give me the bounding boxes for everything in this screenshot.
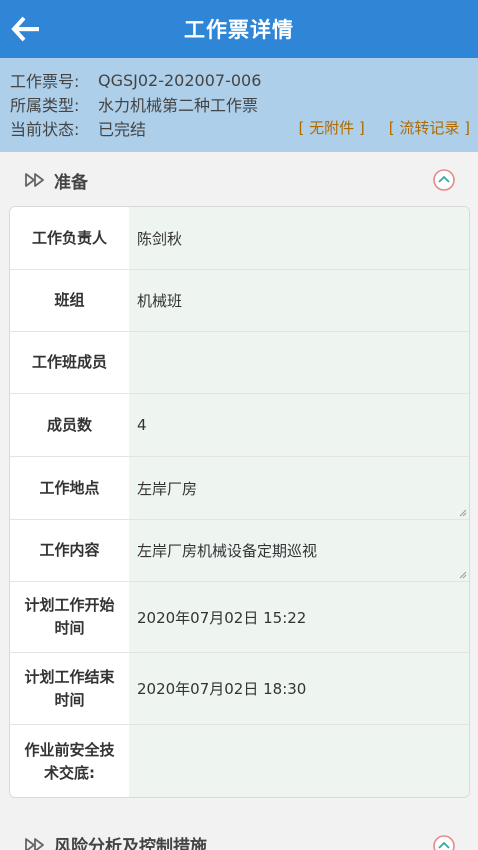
detail-row-member-count: 成员数 4 [10, 394, 469, 457]
fast-forward-icon [25, 173, 44, 187]
detail-row-location: 工作地点 左岸厂房 [10, 457, 469, 520]
row-value: 2020年07月02日 18:30 [129, 653, 469, 724]
row-value [129, 332, 469, 393]
row-label: 工作班成员 [10, 332, 129, 393]
row-value [129, 725, 469, 797]
ticket-type-label: 所属类型: [10, 96, 80, 115]
row-label: 工作地点 [10, 457, 129, 519]
row-label: 成员数 [10, 394, 129, 456]
fast-forward-icon [25, 837, 44, 850]
collapse-toggle-icon[interactable] [432, 834, 456, 850]
location-value: 左岸厂房 [137, 479, 198, 498]
detail-row-leader: 工作负责人 陈剑秋 [10, 207, 469, 270]
resize-grip-icon[interactable] [459, 509, 467, 517]
collapse-toggle-icon[interactable] [432, 168, 456, 192]
row-value: 左岸厂房机械设备定期巡视 [129, 520, 469, 581]
ticket-info-panel: 工作票号: QGSJ02-202007-006 所属类型: 水力机械第二种工作票… [0, 58, 478, 152]
section-header-risk[interactable]: 风险分析及控制措施 [0, 826, 478, 850]
row-label: 计划工作结束时间 [10, 653, 129, 724]
detail-row-content: 工作内容 左岸厂房机械设备定期巡视 [10, 520, 469, 582]
row-value: 陈剑秋 [129, 207, 469, 269]
section-header-prepare[interactable]: 准备 [0, 154, 478, 206]
prepare-detail-card: 工作负责人 陈剑秋 班组 机械班 工作班成员 成员数 4 工作地点 左岸厂房 工… [9, 206, 470, 798]
row-value: 4 [129, 394, 469, 456]
back-button[interactable] [6, 9, 46, 49]
row-value: 机械班 [129, 270, 469, 331]
section-title: 风险分析及控制措施 [54, 837, 207, 850]
detail-row-members: 工作班成员 [10, 332, 469, 394]
detail-row-planned-end: 计划工作结束时间 2020年07月02日 18:30 [10, 653, 469, 725]
ticket-links: [ 无附件 ] [ 流转记录 ] [299, 117, 471, 138]
ticket-type-row: 所属类型: 水力机械第二种工作票 [10, 92, 468, 116]
ticket-number-label: 工作票号: [10, 72, 80, 91]
ticket-number-value: QGSJ02-202007-006 [98, 70, 262, 90]
attachment-link[interactable]: [ 无附件 ] [299, 117, 365, 138]
page-title: 工作票详情 [184, 18, 294, 42]
section-title: 准备 [54, 172, 88, 193]
row-label: 班组 [10, 270, 129, 331]
row-label: 工作内容 [10, 520, 129, 581]
resize-grip-icon[interactable] [459, 571, 467, 579]
row-label: 工作负责人 [10, 207, 129, 269]
back-arrow-icon [11, 16, 39, 42]
row-value: 左岸厂房 [129, 457, 469, 519]
ticket-type-value: 水力机械第二种工作票 [98, 96, 259, 115]
risk-header-inner: 风险分析及控制措施 [24, 832, 207, 850]
row-value: 2020年07月02日 15:22 [129, 582, 469, 652]
ticket-status-value: 已完结 [98, 120, 147, 139]
detail-row-team: 班组 机械班 [10, 270, 469, 332]
ticket-status-label: 当前状态: [10, 120, 80, 139]
app-header: 工作票详情 [0, 0, 478, 58]
content-value: 左岸厂房机械设备定期巡视 [137, 542, 318, 560]
detail-row-planned-start: 计划工作开始时间 2020年07月02日 15:22 [10, 582, 469, 653]
row-label: 作业前安全技术交底: [10, 725, 129, 797]
flow-record-link[interactable]: [ 流转记录 ] [389, 117, 470, 138]
row-label: 计划工作开始时间 [10, 582, 129, 652]
detail-row-safety-briefing: 作业前安全技术交底: [10, 725, 469, 797]
ticket-number-row: 工作票号: QGSJ02-202007-006 [10, 68, 468, 92]
